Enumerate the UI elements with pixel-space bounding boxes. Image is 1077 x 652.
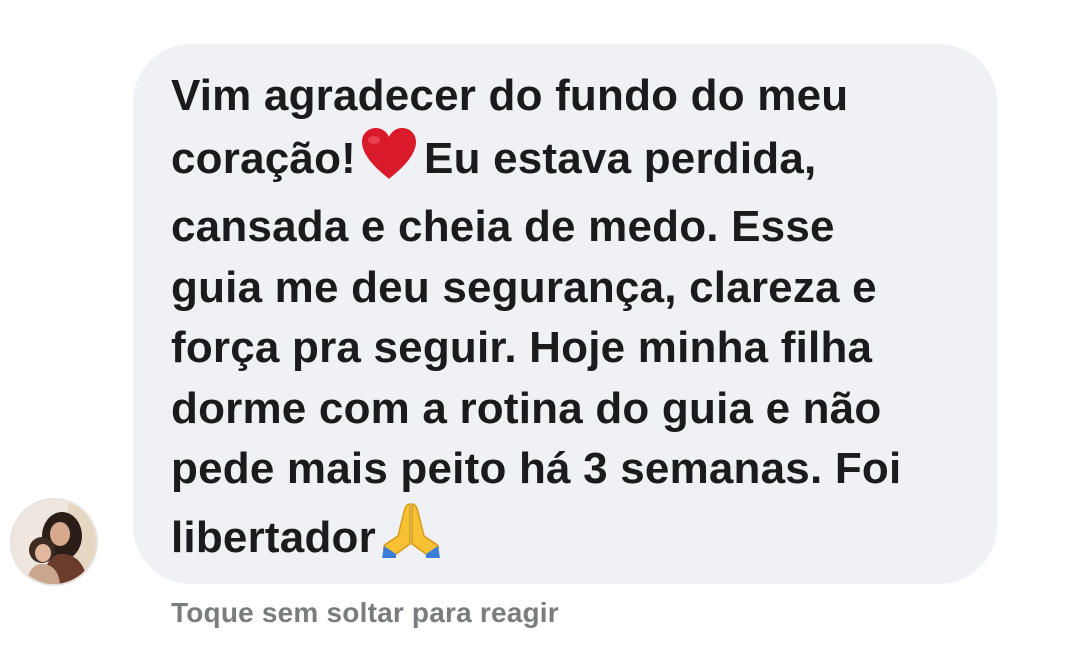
folded-hands-icon: [380, 500, 442, 577]
message-line: libertador: [171, 500, 967, 577]
message-fragment: coração!: [171, 133, 357, 183]
message-line: dorme com a rotina do guia e não: [171, 383, 882, 433]
sender-avatar[interactable]: [12, 500, 96, 584]
red-heart-icon: [360, 127, 418, 198]
message-text: Vim agradecer do fundo do meu coração! Eu…: [171, 66, 967, 576]
message-line: pede mais peito há 3 semanas. Foi: [171, 444, 902, 493]
message-line: força pra seguir. Hoje minha filha: [171, 323, 873, 372]
message-bubble[interactable]: Vim agradecer do fundo do meu coração! Eu…: [133, 44, 997, 584]
message-line: guia me deu segurança, clareza e: [171, 262, 877, 312]
message-fragment: libertador: [171, 512, 376, 562]
message-line: cansada e cheia de medo. Esse: [171, 202, 835, 251]
message-fragment: Eu estava perdida,: [424, 133, 817, 183]
message-line: coração! Eu estava perdida,: [171, 127, 967, 198]
avatar-photo: [12, 500, 96, 584]
message-line: Vim agradecer do fundo do meu: [171, 71, 849, 120]
reaction-hint: Toque sem soltar para reagir: [171, 597, 559, 628]
